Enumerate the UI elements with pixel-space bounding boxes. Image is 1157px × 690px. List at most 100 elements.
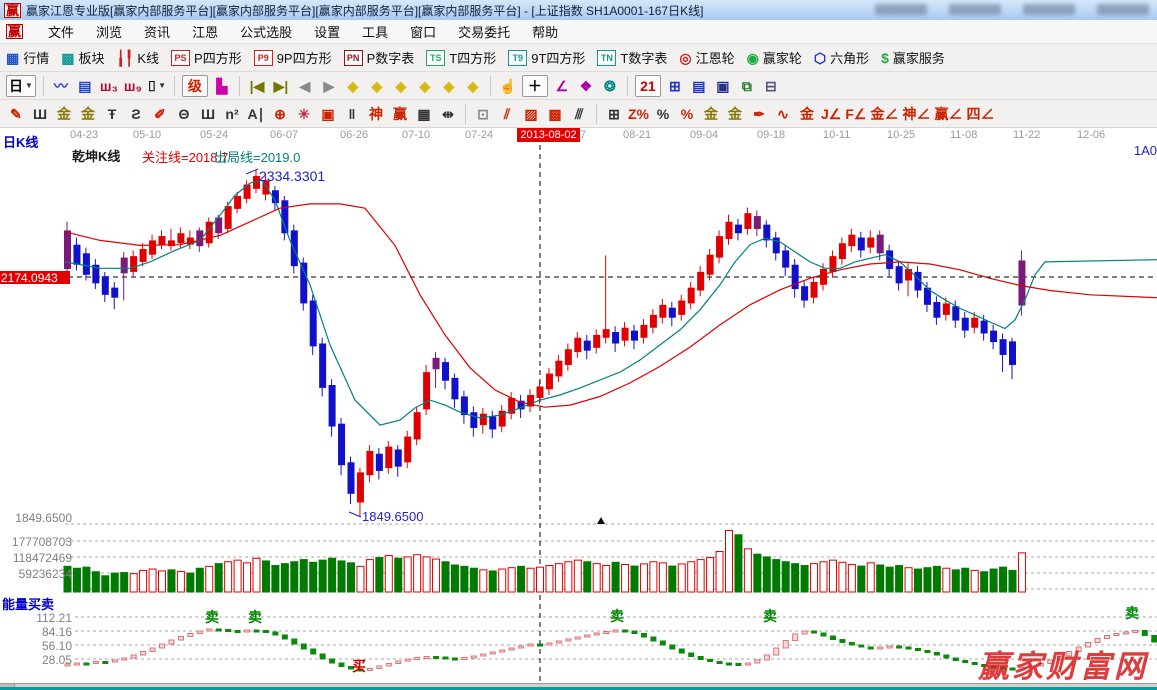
osc-scale-1: 112.21 [36,611,72,625]
volume-bar [498,568,507,593]
oscillator-candle [272,631,279,636]
volume-bar [951,569,960,593]
candle-body [290,230,298,267]
oscillator-candle [234,630,241,633]
volume-bar [753,553,762,593]
candle-body [782,250,790,268]
candle-body [489,416,497,430]
oscillator-candle [206,628,213,632]
oscillator-candle [92,661,99,664]
trough-pointer-line [348,511,362,518]
candle-body [857,237,865,251]
candle-body [149,240,157,255]
signal-buy: 买 [352,658,366,674]
candle-body [678,300,686,315]
oscillator-candle [707,659,714,662]
oscillator-candle [896,645,903,649]
volume-bar [847,563,856,593]
volume-bar [309,561,318,593]
volume-bar [82,566,91,593]
volume-bar [110,572,119,593]
kline-chart[interactable]: 卖 卖 卖 卖 卖买 2334.3301 1849.6500 [0,0,1157,690]
site-watermark: 赢家财富网 [978,649,1148,685]
volume-bar [290,561,299,593]
candle-body [347,462,355,494]
volume-bar [394,557,403,593]
oscillator-candle [612,629,619,633]
oscillator-candle [244,629,251,633]
oscillator-candle [1132,630,1139,633]
volume-bar [564,561,573,593]
candle-body [564,349,572,365]
volume-bar [72,567,81,593]
volume-bar [980,571,989,593]
oscillator-candle [310,648,317,655]
volume-bar [781,561,790,593]
volume-bar [866,562,875,593]
volume-bar [677,563,686,593]
volume-bar [224,561,233,593]
triangle-marker [597,517,605,524]
volume-bar [970,569,979,593]
oscillator-candle [130,654,137,659]
volume-scale-1: 177708703 [11,535,72,549]
oscillator-candle [640,633,647,638]
oscillator-candle [546,642,553,646]
oscillator-candle [196,630,203,634]
volume-bar [838,561,847,593]
candle-body [933,301,941,318]
candle-body [801,286,809,301]
candle-body [139,248,147,262]
oscillator-candle [820,632,827,637]
volume-bar [857,565,866,593]
volume-bar [403,556,412,593]
oscillator-candle [366,668,373,671]
candle-body [224,206,232,229]
volume-bar [743,548,752,593]
volume-bar [828,559,837,593]
candle-body [73,244,81,265]
oscillator-candle [451,657,458,661]
candle-body [848,234,856,247]
volume-bar [328,557,337,593]
oscillator-candle [83,662,90,666]
candle-body [971,317,979,328]
candle-body [82,253,90,275]
volume-bar [942,567,951,593]
oscillator-candle [480,653,487,657]
volume-bar [885,566,894,593]
trough-price-annotation: 1849.6500 [362,509,423,524]
candle-body [952,306,960,321]
candle-body [177,233,185,244]
volume-bar [413,554,422,593]
oscillator-candle [187,633,194,637]
oscillator-candle [1113,633,1120,636]
oscillator-candle [688,652,695,657]
candle-body [725,221,733,239]
oscillator-candle [952,657,959,661]
oscillator-candle [555,640,562,644]
candle-body [101,276,109,295]
oscillator-candle [338,662,345,667]
oscillator-candle [716,661,723,664]
oscillator-candle [962,660,969,663]
candle-body [385,446,393,469]
oscillator-candle [697,656,704,660]
volume-bar [271,565,280,593]
volume-bar [176,570,185,593]
candle-body [640,324,648,338]
candle-body [130,256,138,272]
signal-sell: 卖 [1125,605,1139,621]
volume-bar [261,560,270,593]
oscillator-candle [622,629,629,633]
oscillator-candle [1141,630,1148,636]
current-price-tag: 2174.0943 [0,271,70,285]
candle-body [413,412,421,440]
oscillator-candle [442,656,449,660]
oscillator-candle [867,646,874,650]
volume-bar [611,561,620,593]
oscillator-candle [319,653,326,660]
oscillator-candle [829,635,836,640]
candle-body [706,254,714,275]
candle-body [470,412,478,428]
